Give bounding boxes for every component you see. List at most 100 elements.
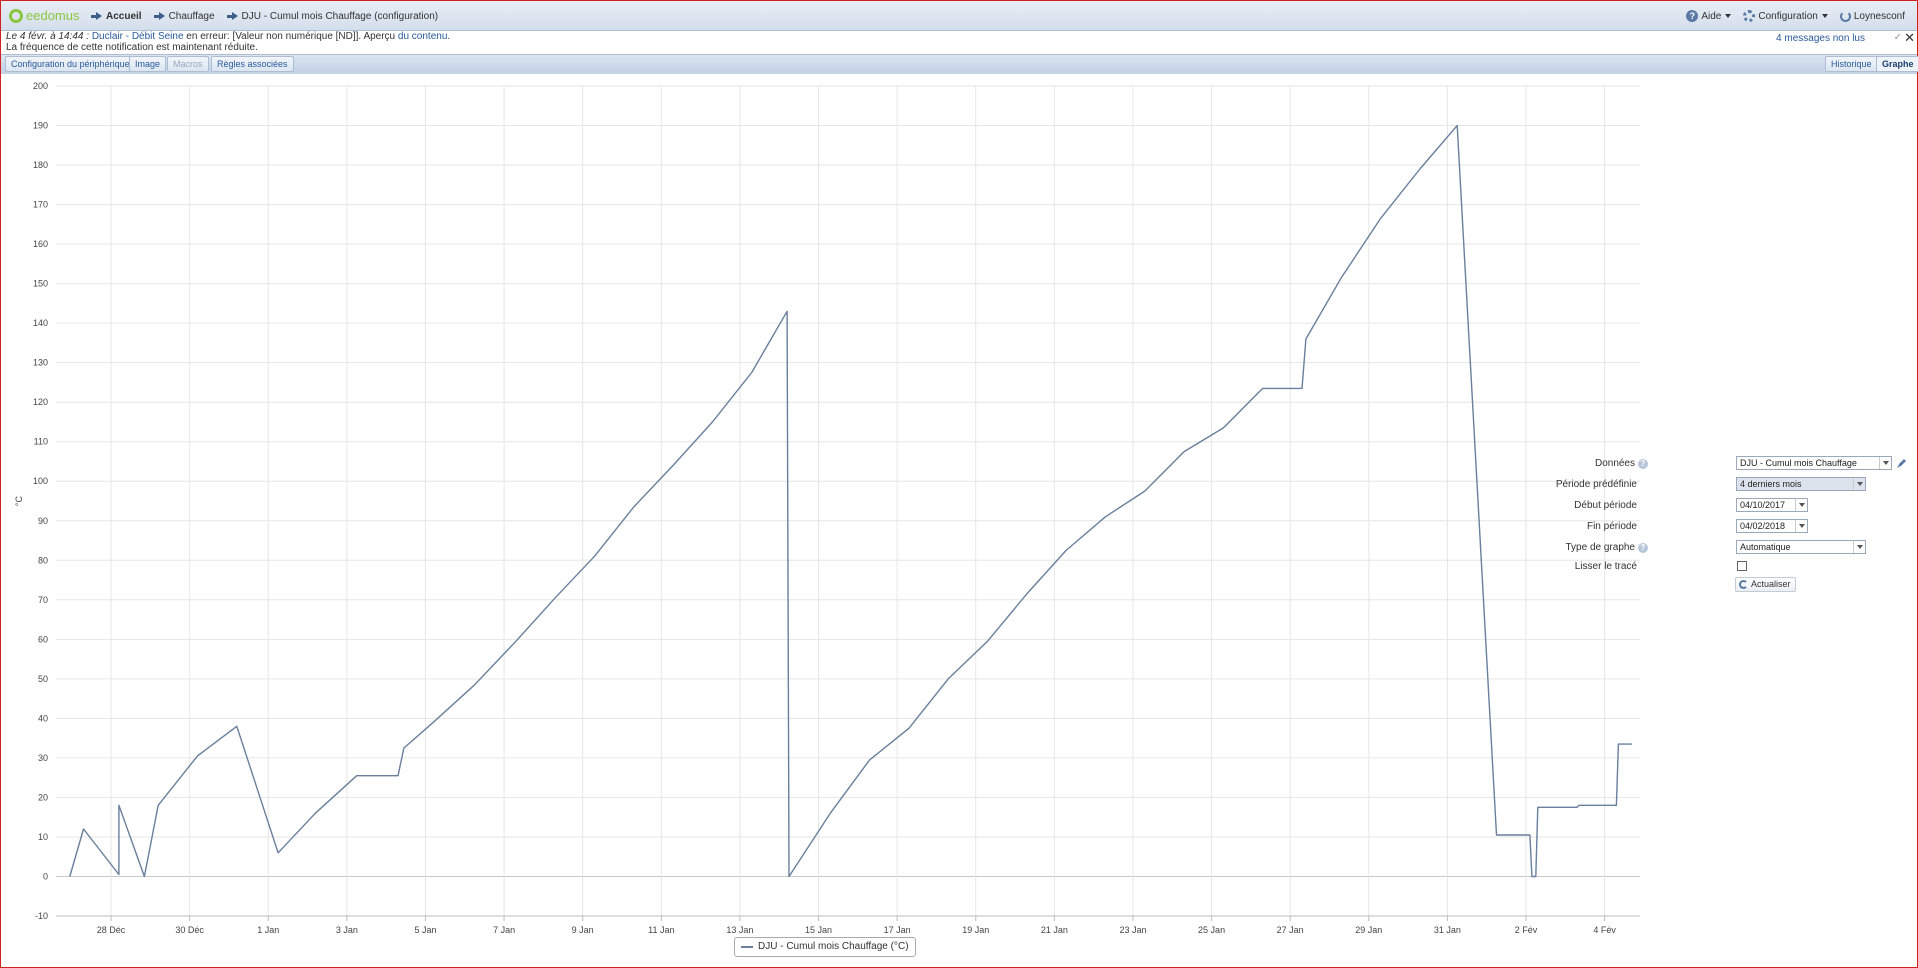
y-tick-label: 60 — [38, 634, 48, 644]
notification-line-2: La fréquence de cette notification est m… — [6, 42, 258, 53]
y-tick-label: 0 — [43, 871, 48, 881]
mark-read-icon[interactable]: ✓ — [1894, 32, 1902, 43]
y-tick-label: 140 — [33, 318, 48, 328]
y-tick-label: 200 — [33, 81, 48, 91]
y-tick-label: 160 — [33, 239, 48, 249]
tab-image[interactable]: Image — [129, 56, 167, 72]
top-bar: eedomus Accueil Chauffage DJU - Cumul mo… — [1, 1, 1917, 31]
breadcrumb-chauffage[interactable]: Chauffage — [153, 11, 215, 22]
x-tick-label: 5 Jan — [414, 925, 436, 935]
y-tick-label: 100 — [33, 476, 48, 486]
chevron-down-icon — [1853, 478, 1865, 490]
line-chart: -10 0 10 20 30 40 50 60 70 80 90 100 110 120 130 140 150… — [14, 81, 1640, 935]
chevron-down-icon — [1879, 457, 1891, 469]
notification-message: Le 4 févr. à 14:44 : Duclair - Débit Sei… — [6, 31, 1906, 53]
y-axis-label: °C — [14, 495, 24, 506]
y-tick-label: 180 — [33, 160, 48, 170]
breadcrumb-home[interactable]: Accueil — [91, 11, 142, 22]
notification-date: Le 4 févr. à 14:44 : — [6, 31, 90, 42]
x-tick-label: 15 Jan — [805, 925, 832, 935]
y-tick-label: 40 — [38, 713, 48, 723]
y-tick-label: 90 — [38, 516, 48, 526]
predefined-period-label: Période prédéfinie — [1555, 478, 1637, 490]
help-icon: ? — [1638, 458, 1648, 469]
graph-type-select[interactable]: Automatique — [1736, 540, 1866, 554]
x-tick-label: 31 Jan — [1434, 925, 1461, 935]
x-tick-label: 19 Jan — [962, 925, 989, 935]
tab-history[interactable]: Historique — [1825, 56, 1878, 72]
chevron-down-icon — [1795, 499, 1807, 511]
chart-legend[interactable]: DJU - Cumul mois Chauffage (°C) — [734, 937, 916, 957]
edit-pencil-icon[interactable] — [1896, 457, 1908, 469]
help-menu[interactable]: ? Aide — [1686, 10, 1732, 22]
smooth-checkbox[interactable] — [1737, 561, 1747, 571]
arrow-right-icon — [153, 12, 165, 21]
y-tick-label: -10 — [35, 911, 48, 921]
legend-swatch — [741, 946, 753, 948]
x-tick-label: 29 Jan — [1355, 925, 1382, 935]
x-tick-label: 3 Jan — [336, 925, 358, 935]
y-tick-label: 80 — [38, 555, 48, 565]
configuration-menu[interactable]: Configuration — [1743, 10, 1828, 22]
tab-device-config[interactable]: Configuration du périphérique — [5, 56, 136, 72]
y-tick-label: 50 — [38, 674, 48, 684]
refresh-button[interactable]: Actualiser — [1735, 577, 1796, 592]
caret-down-icon — [1725, 14, 1732, 18]
start-period-label: Début période — [1574, 499, 1637, 511]
chevron-down-icon — [1853, 541, 1865, 553]
notification-device-link[interactable]: Duclair - Débit Seine — [92, 31, 184, 42]
tab-bar: Configuration du périphérique Image Macr… — [1, 54, 1918, 74]
x-tick-label: 11 Jan — [648, 925, 674, 935]
x-tick-label: 25 Jan — [1198, 925, 1225, 935]
x-tick-label: 13 Jan — [726, 925, 753, 935]
predefined-period-select[interactable]: 4 derniers mois — [1736, 477, 1866, 491]
notification-line-1: Le 4 févr. à 14:44 : Duclair - Débit Sei… — [6, 31, 451, 42]
unread-messages-link[interactable]: 4 messages non lus — [1776, 33, 1865, 44]
power-icon — [1839, 10, 1851, 22]
y-tick-label: 10 — [38, 832, 48, 842]
y-tick-label: 110 — [34, 437, 48, 447]
tab-associated-rules[interactable]: Règles associées — [211, 56, 294, 72]
gear-icon — [1743, 10, 1756, 22]
arrow-right-icon — [91, 12, 102, 21]
series-line — [69, 124, 1633, 878]
x-tick-label: 21 Jan — [1041, 925, 1068, 935]
refresh-icon — [1739, 580, 1748, 589]
graph-type-label: Type de graphe? — [1520, 542, 1648, 553]
y-tick-label: 130 — [33, 358, 48, 368]
chart-grid — [56, 85, 1640, 917]
legend-label: DJU - Cumul mois Chauffage (°C) — [758, 941, 909, 952]
notification-content-link[interactable]: du contenu — [398, 31, 448, 42]
close-notification-button[interactable]: ✕ — [1904, 30, 1915, 46]
x-tick-label: 23 Jan — [1119, 925, 1146, 935]
data-label: Données? — [1520, 458, 1648, 469]
logo-text: eedomus — [26, 8, 80, 23]
x-axis: 28 Déc 30 Déc 1 Jan 3 Jan 5 Jan 7 Jan 9 Jan 11 … — [56, 915, 1640, 935]
smooth-label: Lisser le tracé — [1574, 560, 1637, 572]
y-tick-label: 70 — [38, 595, 48, 605]
data-select[interactable]: DJU - Cumul mois Chauffage — [1736, 456, 1892, 470]
chart-series — [69, 124, 1633, 878]
x-tick-label: 1 Jan — [257, 925, 279, 935]
tab-graph[interactable]: Graphe — [1876, 56, 1918, 72]
eedomus-logo[interactable]: eedomus — [9, 8, 79, 23]
y-tick-label: 150 — [33, 279, 48, 289]
x-tick-label: 27 Jan — [1277, 925, 1304, 935]
x-tick-label: 7 Jan — [493, 925, 515, 935]
end-period-input[interactable]: 04/02/2018 — [1736, 519, 1808, 533]
breadcrumb: Accueil Chauffage DJU - Cumul mois Chauf… — [91, 11, 450, 22]
notification-text: en erreur: [Valeur non numérique [ND]]. … — [183, 31, 398, 42]
start-period-input[interactable]: 04/10/2017 — [1736, 498, 1808, 512]
tab-macros[interactable]: Macros — [167, 56, 209, 72]
end-period-label: Fin période — [1586, 520, 1637, 532]
x-tick-label: 28 Déc — [97, 925, 126, 935]
breadcrumb-current: DJU - Cumul mois Chauffage (configuratio… — [226, 11, 438, 22]
x-tick-label: 9 Jan — [572, 925, 594, 935]
logo-icon — [9, 8, 23, 23]
y-axis: -10 0 10 20 30 40 50 60 70 80 90 100 110 120 130 140 150… — [33, 81, 48, 921]
user-logout[interactable]: Loynesconf — [1839, 10, 1905, 22]
caret-down-icon — [1821, 14, 1828, 18]
help-icon: ? — [1638, 542, 1648, 553]
y-tick-label: 120 — [33, 397, 48, 407]
y-tick-label: 20 — [38, 792, 48, 802]
